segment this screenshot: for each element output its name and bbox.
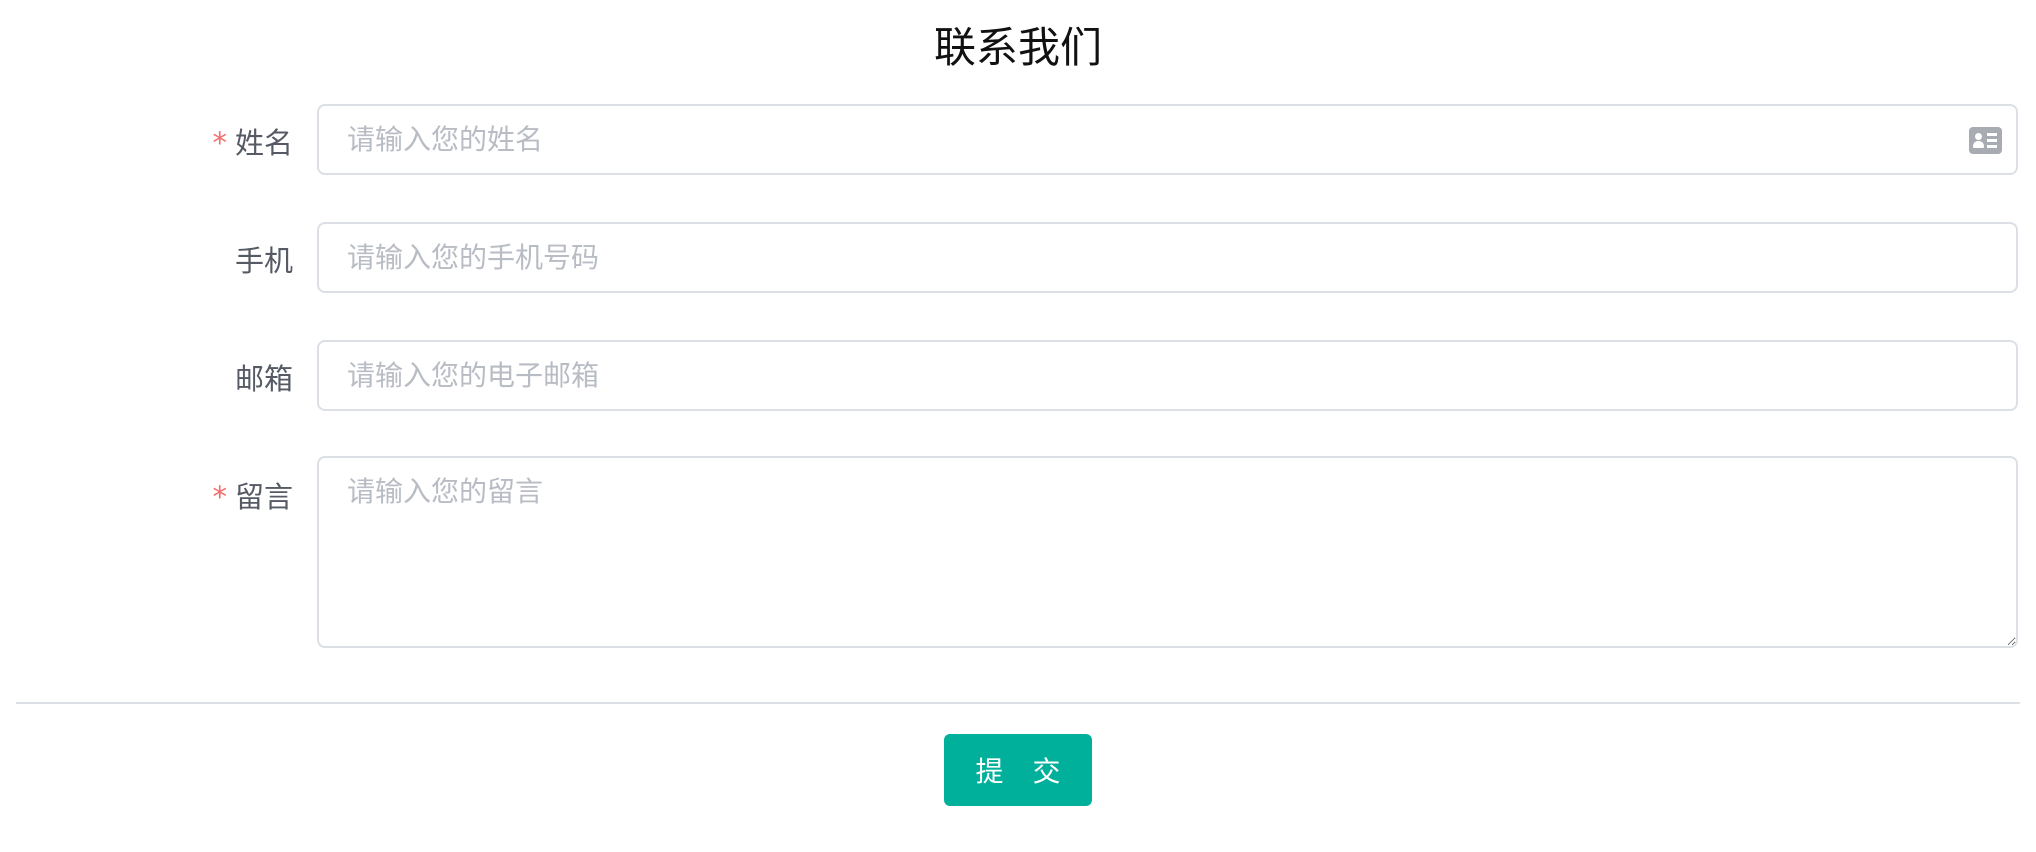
message-label: * 留言 [212,474,293,516]
divider [16,702,2020,704]
email-input[interactable] [317,340,2018,411]
contact-form-page: 联系我们 *姓名 手机 邮箱 *留言 提 交 [0,0,2036,852]
name-input[interactable] [317,104,2018,175]
message-label-text: 留言 [234,480,293,514]
page-title: 联系我们 [933,23,1102,72]
phone-label: 手机 [234,244,293,278]
name-label-text: 姓名 [234,126,293,160]
email-label: 邮箱 [234,362,293,396]
submit-button[interactable]: 提 交 [944,734,1092,806]
required-mark: * [212,480,227,514]
contact-card-icon [1969,127,2002,154]
message-textarea[interactable] [317,456,2018,648]
required-mark: * [212,126,227,160]
phone-input[interactable] [317,222,2018,293]
name-label: * 姓名 [212,120,293,162]
